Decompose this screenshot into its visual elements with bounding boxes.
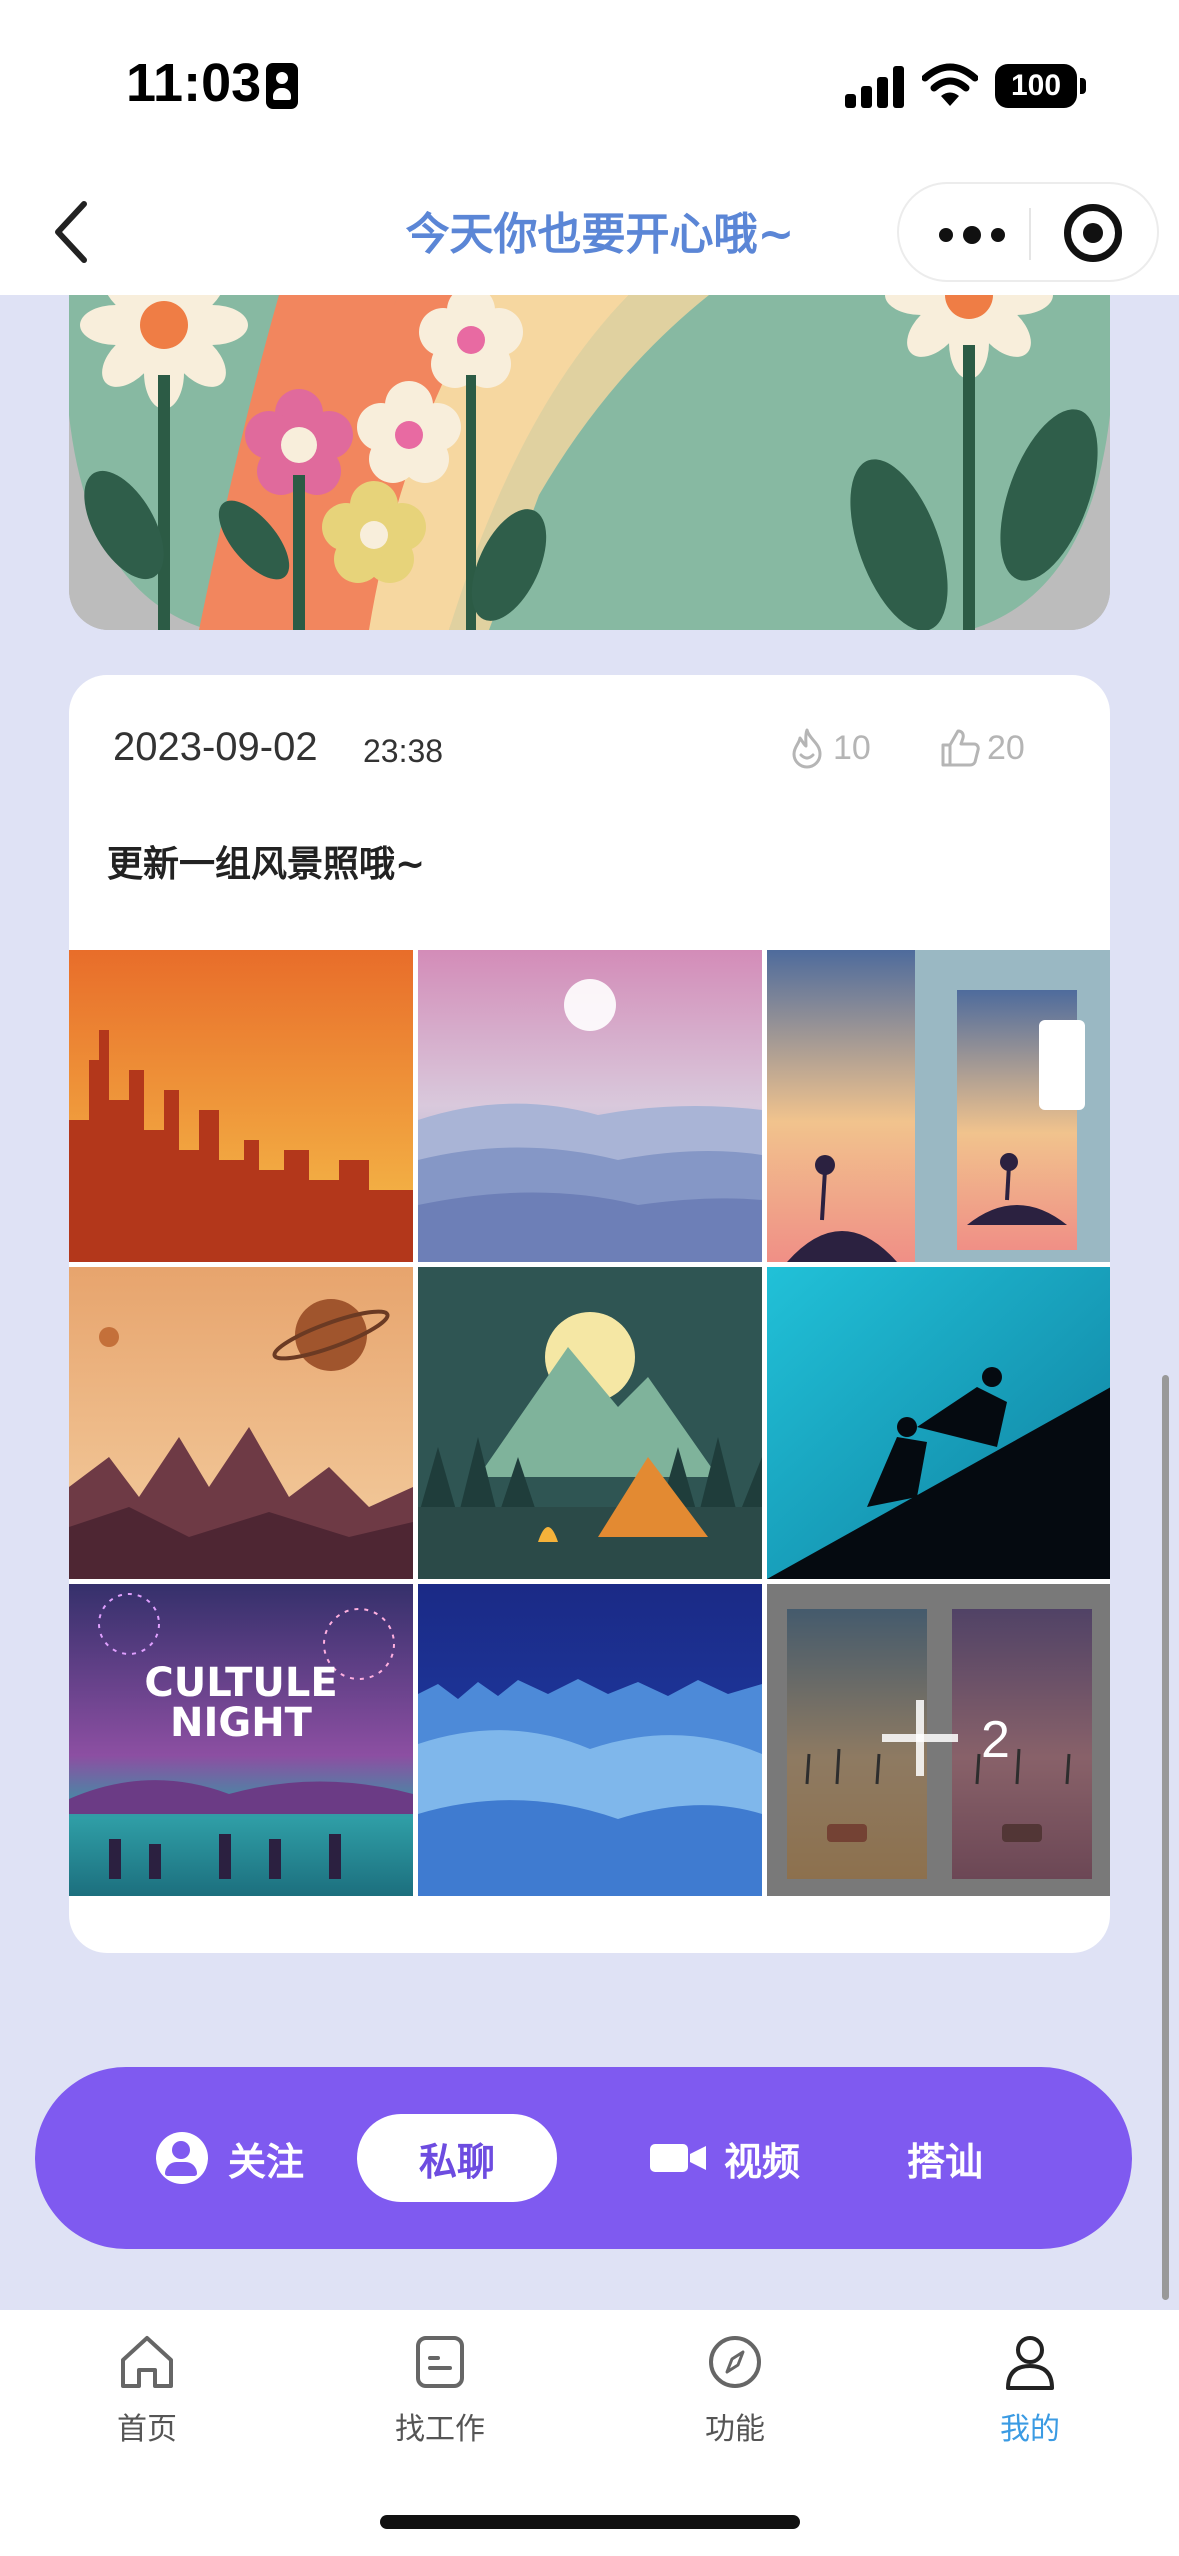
nav-bar: 今天你也要开心哦~ — [0, 170, 1179, 295]
status-bar: 11:03 100 — [0, 0, 1179, 170]
post-text: 更新一组风景照哦~ — [107, 844, 426, 885]
home-indicator — [380, 2515, 800, 2529]
chat-up-button[interactable]: 搭讪 — [865, 2067, 1025, 2249]
photo-palm-island-mockup[interactable] — [767, 950, 1110, 1262]
more-photos-count: 2 — [981, 1711, 1010, 1769]
chat-up-label: 搭讪 — [906, 2139, 983, 2184]
capsule-divider — [1029, 208, 1031, 260]
photo-tent-campfire[interactable] — [418, 1267, 762, 1579]
likes-count[interactable]: 20 — [987, 729, 1025, 768]
id-card-icon — [266, 63, 298, 109]
flower-illustration — [69, 295, 1110, 630]
more-photos-overlay[interactable]: 2 — [767, 1584, 1110, 1896]
cover-banner — [69, 295, 1110, 630]
tab-home[interactable]: 首页 — [47, 2330, 247, 2448]
scrollbar[interactable] — [1162, 1375, 1169, 2300]
thumbs-up-icon[interactable] — [939, 727, 981, 769]
photo-grid: CULTULE NIGHT 2 — [69, 950, 1110, 1900]
photo-cultule-night[interactable]: CULTULE NIGHT — [69, 1584, 413, 1896]
target-icon[interactable] — [1064, 204, 1122, 262]
flame-icon — [792, 728, 822, 769]
page-title: 今天你也要开心哦~ — [405, 209, 795, 260]
likes-stat[interactable]: 20 — [939, 723, 1025, 773]
photo-beach-car-more[interactable]: 2 — [767, 1584, 1110, 1896]
video-label: 视频 — [723, 2139, 800, 2184]
follow-user-icon — [155, 2132, 208, 2184]
post-time: 23:38 — [363, 733, 444, 769]
photo-planet-desert[interactable] — [69, 1267, 413, 1579]
home-icon — [121, 2336, 173, 2388]
follow-button[interactable]: 关注 — [130, 2067, 330, 2249]
chevron-left-icon[interactable] — [36, 192, 116, 272]
follow-label: 关注 — [227, 2139, 304, 2184]
tab-mine[interactable]: 我的 — [930, 2330, 1130, 2448]
message-label: 私聊 — [418, 2139, 495, 2184]
photo-sunset-city[interactable] — [69, 950, 413, 1262]
tab-features-label: 功能 — [705, 2412, 765, 2447]
tab-home-label: 首页 — [117, 2412, 177, 2447]
poster-line-2: NIGHT — [170, 1700, 313, 1746]
post-date: 2023-09-02 — [113, 725, 318, 769]
video-camera-icon — [649, 2144, 706, 2172]
plus-icon-vertical — [916, 1700, 924, 1776]
compass-icon — [709, 2336, 761, 2388]
tab-features[interactable]: 功能 — [635, 2330, 835, 2448]
tab-find-job-label: 找工作 — [395, 2412, 485, 2447]
photo-climbers-silhouette[interactable] — [767, 1267, 1110, 1579]
battery-cap — [1080, 78, 1086, 94]
message-button[interactable]: 私聊 — [357, 2114, 557, 2202]
signal-icon — [845, 66, 905, 108]
tab-find-job[interactable]: 找工作 — [340, 2330, 540, 2448]
job-icon — [416, 2336, 464, 2388]
post-card: 2023-09-02 23:38 10 20 更新一组风景照哦~ CULTULE… — [69, 675, 1110, 1953]
user-icon — [1006, 2336, 1054, 2390]
photo-misty-mountains[interactable] — [418, 950, 762, 1262]
video-button[interactable]: 视频 — [625, 2067, 825, 2249]
wifi-icon — [922, 63, 978, 106]
profile-action-bar: 关注 私聊 视频 搭讪 — [35, 2067, 1132, 2249]
mini-program-capsule — [897, 182, 1159, 282]
photo-starry-forest[interactable] — [418, 1584, 762, 1896]
status-time: 11:03 — [126, 53, 262, 113]
more-dots-icon[interactable] — [935, 214, 1015, 254]
views-count: 10 — [833, 728, 871, 767]
views-stat: 10 — [787, 723, 871, 773]
battery-icon: 100 — [995, 64, 1077, 108]
tab-mine-label: 我的 — [1000, 2412, 1060, 2447]
